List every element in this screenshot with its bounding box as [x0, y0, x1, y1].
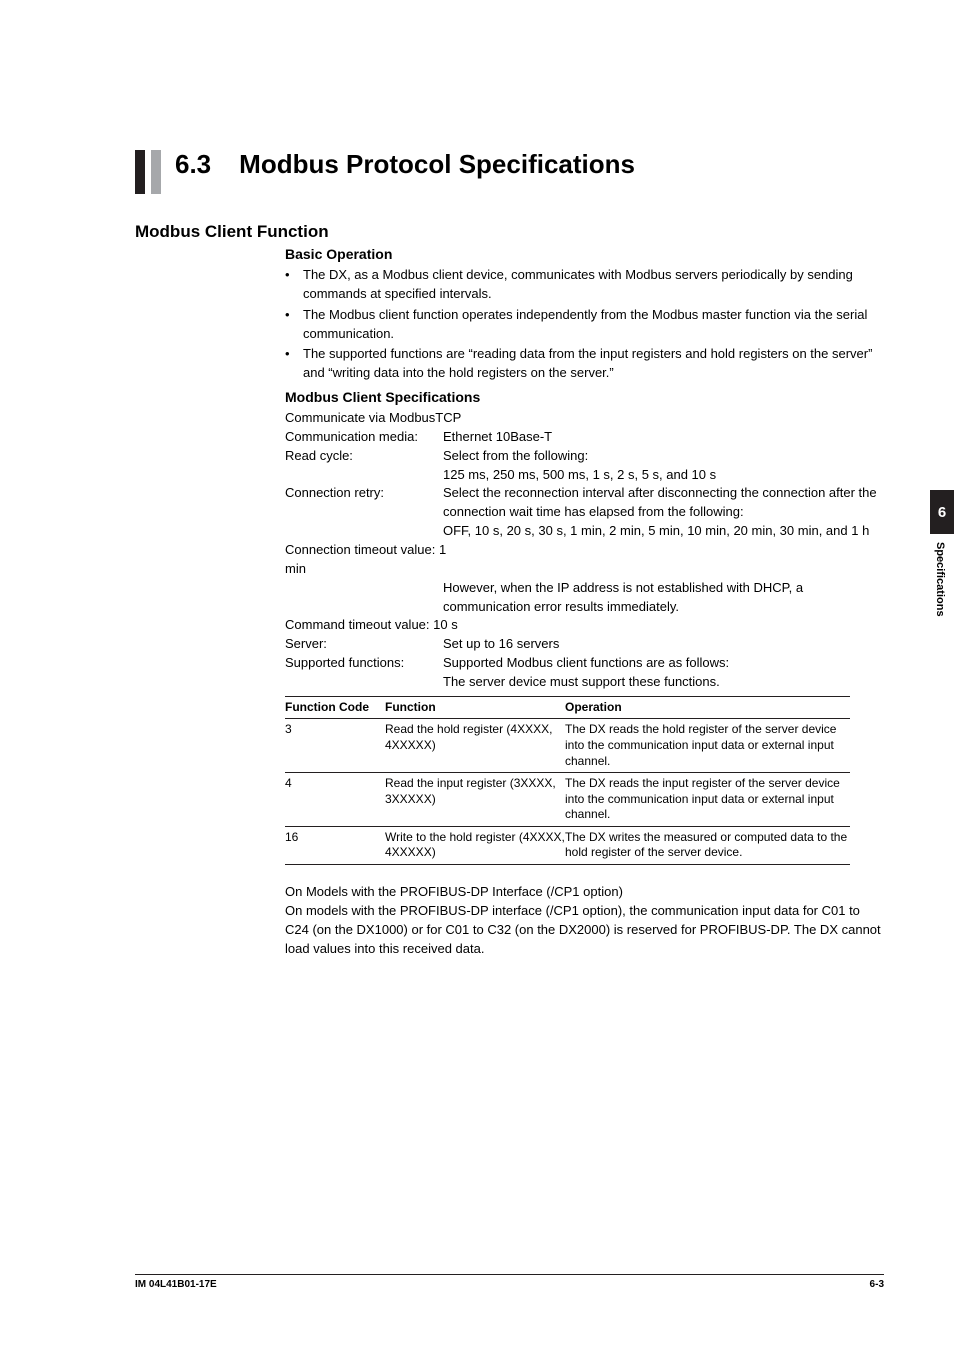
spec-value: Set up to 16 servers — [443, 635, 884, 654]
table-row: 16 Write to the hold register (4XXXX, 4X… — [285, 826, 850, 865]
spec-label-empty — [285, 579, 443, 617]
note-line: On models with the PROFIBUS-DP interface… — [285, 902, 884, 959]
specs-heading: Modbus Client Specifications — [285, 389, 884, 405]
specs-list: Communicate via ModbusTCP Communication … — [285, 409, 884, 692]
footer-left: IM 04L41B01-17E — [135, 1279, 217, 1290]
basic-operation-heading: Basic Operation — [285, 246, 884, 262]
spec-row-conn-timeout: Connection timeout value: 1 min — [285, 541, 884, 579]
spec-value-line: Supported Modbus client functions are as… — [443, 654, 884, 673]
spec-value-line: Select from the following: — [443, 447, 884, 466]
list-text: The DX, as a Modbus client device, commu… — [303, 266, 884, 304]
spec-row-cmd-timeout: Command timeout value: 10 s — [285, 616, 884, 635]
spec-label: Server: — [285, 635, 443, 654]
profibus-note: On Models with the PROFIBUS-DP Interface… — [285, 883, 884, 958]
table-cell: 3 — [285, 722, 385, 769]
subsection-heading: Modbus Client Function — [135, 222, 884, 242]
spec-row-conn-timeout-note: However, when the IP address is not esta… — [285, 579, 884, 617]
bullet-icon: • — [285, 345, 303, 383]
list-item: •The supported functions are “reading da… — [285, 345, 884, 383]
page-footer: IM 04L41B01-17E 6-3 — [135, 1274, 884, 1290]
list-item: •The DX, as a Modbus client device, comm… — [285, 266, 884, 304]
list-text: The Modbus client function operates inde… — [303, 306, 884, 344]
spec-value-line: Select the reconnection interval after d… — [443, 484, 884, 522]
table-row: 3 Read the hold register (4XXXX, 4XXXXX)… — [285, 718, 850, 772]
table-header: Operation — [565, 700, 850, 716]
content-column: Basic Operation •The DX, as a Modbus cli… — [285, 246, 884, 958]
spec-label: Supported functions: — [285, 654, 443, 692]
heading-accent-black — [135, 150, 145, 194]
table-cell: Read the input register (3XXXX, 3XXXXX) — [385, 776, 565, 823]
table-cell: Write to the hold register (4XXXX, 4XXXX… — [385, 830, 565, 861]
side-tab: 6 Specifications — [930, 490, 954, 617]
table-header: Function — [385, 700, 565, 716]
bullet-icon: • — [285, 306, 303, 344]
basic-operation-list: •The DX, as a Modbus client device, comm… — [285, 266, 884, 383]
section-title: Modbus Protocol Specifications — [239, 150, 635, 179]
spec-label: Connection timeout value: 1 min — [285, 541, 465, 579]
spec-row-supported: Supported functions: Supported Modbus cl… — [285, 654, 884, 692]
list-item: •The Modbus client function operates ind… — [285, 306, 884, 344]
list-text: The supported functions are “reading dat… — [303, 345, 884, 383]
table-cell: 4 — [285, 776, 385, 823]
heading-accent-gray — [151, 150, 161, 194]
table-cell: The DX reads the hold register of the se… — [565, 722, 850, 769]
spec-row-read-cycle: Read cycle: Select from the following: 1… — [285, 447, 884, 485]
spec-row-server: Server: Set up to 16 servers — [285, 635, 884, 654]
table-header-row: Function Code Function Operation — [285, 696, 850, 719]
spec-value-line: 125 ms, 250 ms, 500 ms, 1 s, 2 s, 5 s, a… — [443, 466, 884, 485]
table-row: 4 Read the input register (3XXXX, 3XXXXX… — [285, 772, 850, 826]
bullet-icon: • — [285, 266, 303, 304]
specs-intro: Communicate via ModbusTCP — [285, 409, 884, 428]
table-cell: 16 — [285, 830, 385, 861]
page: 6.3 Modbus Protocol Specifications Modbu… — [0, 0, 954, 1350]
spec-label: Command timeout value: 10 s — [285, 616, 465, 635]
section-heading-bar: 6.3 Modbus Protocol Specifications — [135, 150, 884, 194]
spec-value: Select the reconnection interval after d… — [443, 484, 884, 541]
spec-label: Read cycle: — [285, 447, 443, 485]
spec-value: Select from the following: 125 ms, 250 m… — [443, 447, 884, 485]
table-cell: The DX writes the measured or computed d… — [565, 830, 850, 861]
spec-value: Ethernet 10Base-T — [443, 428, 884, 447]
table-cell: The DX reads the input register of the s… — [565, 776, 850, 823]
note-line: On Models with the PROFIBUS-DP Interface… — [285, 883, 884, 902]
spec-row-conn-retry: Connection retry: Select the reconnectio… — [285, 484, 884, 541]
spec-label: Connection retry: — [285, 484, 443, 541]
spec-value-line: The server device must support these fun… — [443, 673, 884, 692]
spec-value: However, when the IP address is not esta… — [443, 579, 884, 617]
spec-value: Supported Modbus client functions are as… — [443, 654, 884, 692]
chapter-tab-label: Specifications — [930, 542, 946, 617]
function-table: Function Code Function Operation 3 Read … — [285, 696, 850, 865]
table-header: Function Code — [285, 700, 385, 716]
chapter-number: 6 — [938, 504, 946, 521]
chapter-tab-box: 6 — [930, 490, 954, 534]
section-number: 6.3 — [175, 150, 211, 179]
table-cell: Read the hold register (4XXXX, 4XXXXX) — [385, 722, 565, 769]
footer-right: 6-3 — [870, 1279, 884, 1290]
spec-row-comm-media: Communication media: Ethernet 10Base-T — [285, 428, 884, 447]
spec-value-line: OFF, 10 s, 20 s, 30 s, 1 min, 2 min, 5 m… — [443, 522, 884, 541]
spec-label: Communication media: — [285, 428, 443, 447]
